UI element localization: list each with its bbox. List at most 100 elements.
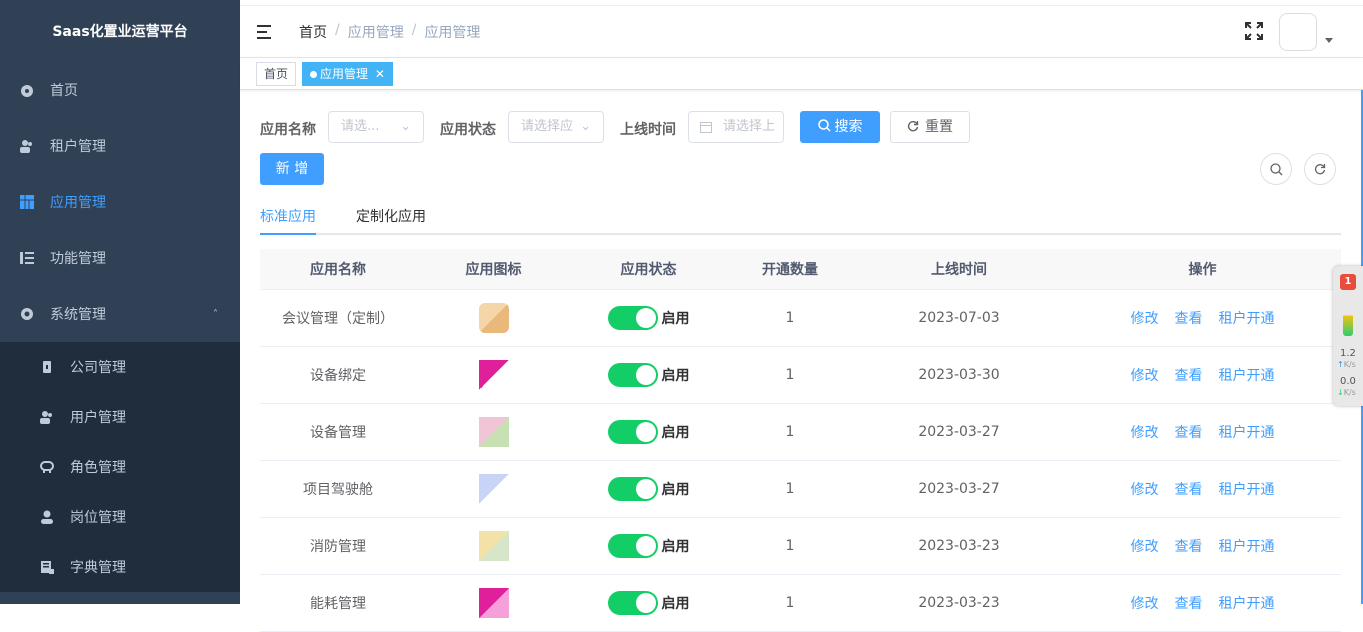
- toggle-track[interactable]: [607, 305, 658, 330]
- company-icon: [43, 361, 51, 373]
- status-label: 启用: [661, 481, 690, 498]
- edit-link[interactable]: 修改: [1131, 539, 1159, 555]
- app-name-placeholder: 请选...: [341, 119, 380, 134]
- app-icon: [478, 530, 509, 561]
- refresh-button[interactable]: [1304, 153, 1336, 185]
- online-date-cell: 2023-03-30: [854, 346, 1064, 404]
- app-title: Saas化置业运营平台: [52, 24, 188, 40]
- status-switch[interactable]: 启用: [607, 533, 690, 558]
- open-count-cell: 1: [726, 574, 854, 632]
- toggle-track[interactable]: [607, 533, 658, 558]
- view-link[interactable]: 查看: [1175, 425, 1203, 441]
- tab-custom[interactable]: 定制化应用: [356, 206, 426, 226]
- app-status-cell: 启用: [571, 460, 726, 518]
- app-status-cell: 启用: [571, 403, 726, 461]
- breadcrumb-home[interactable]: 首页: [299, 22, 327, 42]
- hamburger-icon[interactable]: [257, 24, 273, 39]
- toggle-track[interactable]: [607, 476, 658, 501]
- upload-unit-label: K/s: [1343, 360, 1356, 369]
- user-group-icon: [40, 411, 52, 424]
- search-button[interactable]: 搜索: [800, 111, 880, 143]
- breadcrumb-separator: /: [411, 21, 417, 38]
- tag-label: 首页: [264, 67, 289, 81]
- sidebar-item-user[interactable]: 用户管理: [0, 392, 240, 442]
- sidebar: Saas化置业运营平台 首页 租户管理 应用管理 功能管理 系统管理 ˄ 公司管…: [0, 0, 240, 604]
- app-status-placeholder: 请选择应: [521, 119, 574, 134]
- online-time-picker[interactable]: 请选择上: [688, 111, 784, 143]
- sidebar-item-label: 功能管理: [50, 251, 106, 267]
- status-switch[interactable]: 启用: [607, 419, 690, 444]
- online-date-cell: 2023-03-27: [854, 460, 1064, 518]
- app-icon-cell: [416, 460, 571, 518]
- sidebar-item-function[interactable]: 功能管理: [0, 230, 240, 286]
- column-header: 开通数量: [726, 249, 854, 290]
- status-switch[interactable]: 启用: [607, 362, 690, 387]
- online-time-label: 上线时间: [620, 122, 676, 138]
- sidebar-item-label: 首页: [50, 83, 78, 99]
- sidebar-item-system[interactable]: 系统管理 ˄: [0, 286, 240, 342]
- sidebar-item-dictionary[interactable]: 字典管理: [0, 542, 240, 592]
- sidebar-item-post[interactable]: 岗位管理: [0, 492, 240, 542]
- sidebar-item-label: 租户管理: [50, 139, 106, 155]
- app-status-select[interactable]: 请选择应 ⌄: [508, 111, 604, 143]
- app-status-label: 应用状态: [440, 122, 496, 138]
- caret-down-icon[interactable]: [1325, 38, 1333, 43]
- view-link[interactable]: 查看: [1175, 482, 1203, 498]
- add-button-label: 新 增: [275, 161, 309, 177]
- calendar-icon: [700, 122, 712, 133]
- person-icon: [41, 510, 53, 524]
- tag-app-management[interactable]: 应用管理 ✕: [302, 62, 393, 86]
- fullscreen-icon[interactable]: [1245, 22, 1263, 40]
- actions-cell: 修改 查看 租户开通: [1064, 403, 1341, 461]
- edit-link[interactable]: 修改: [1131, 425, 1159, 441]
- avatar[interactable]: [1279, 13, 1317, 51]
- tenant-open-link[interactable]: 租户开通: [1219, 539, 1275, 555]
- app-icon: [478, 359, 509, 390]
- search-icon: [1269, 162, 1282, 175]
- close-icon[interactable]: ✕: [375, 67, 385, 81]
- tag-home[interactable]: 首页: [256, 62, 297, 86]
- app-name-select[interactable]: 请选... ⌄: [328, 111, 424, 143]
- app-name-cell: 消防管理: [260, 517, 416, 575]
- sidebar-item-role[interactable]: 角色管理: [0, 442, 240, 492]
- toggle-track[interactable]: [607, 590, 658, 615]
- chevron-down-icon: ⌄: [580, 119, 591, 134]
- toggle-track[interactable]: [607, 362, 658, 387]
- add-button[interactable]: 新 增: [260, 153, 324, 185]
- status-switch[interactable]: 启用: [607, 476, 690, 501]
- actions-cell: 修改 查看 租户开通: [1064, 289, 1341, 347]
- tenant-open-link[interactable]: 租户开通: [1219, 482, 1275, 498]
- tag-label: 应用管理: [320, 67, 369, 81]
- tags-view: 首页 应用管理 ✕: [240, 58, 1363, 90]
- sidebar-item-tenant[interactable]: 租户管理: [0, 118, 240, 174]
- status-label: 启用: [661, 310, 690, 327]
- tenant-open-link[interactable]: 租户开通: [1219, 368, 1275, 384]
- grid-icon: [20, 195, 34, 209]
- sidebar-item-app[interactable]: 应用管理: [0, 174, 240, 230]
- status-label: 启用: [661, 538, 690, 555]
- reset-button[interactable]: 重置: [890, 111, 970, 143]
- upload-speed: 1.2: [1340, 348, 1356, 359]
- online-date-cell: 2023-03-27: [854, 403, 1064, 461]
- status-switch[interactable]: 启用: [607, 305, 690, 330]
- toggle-search-button[interactable]: [1260, 153, 1292, 185]
- view-link[interactable]: 查看: [1175, 368, 1203, 384]
- edit-link[interactable]: 修改: [1131, 482, 1159, 498]
- view-link[interactable]: 查看: [1175, 311, 1203, 327]
- navbar: 首页 / 应用管理 / 应用管理: [240, 6, 1363, 58]
- edit-link[interactable]: 修改: [1131, 368, 1159, 384]
- view-link[interactable]: 查看: [1175, 539, 1203, 555]
- tab-standard[interactable]: 标准应用: [260, 206, 316, 226]
- app-name-label: 应用名称: [260, 122, 316, 138]
- open-count-cell: 1: [726, 403, 854, 461]
- status-switch[interactable]: 启用: [607, 590, 690, 615]
- active-dot-icon: [310, 71, 317, 78]
- edit-link[interactable]: 修改: [1131, 311, 1159, 327]
- network-speed-widget[interactable]: 1 1.2 ↑K/s 0.0 ↓K/s: [1333, 266, 1363, 406]
- sidebar-item-home[interactable]: 首页: [0, 62, 240, 118]
- sidebar-item-company[interactable]: 公司管理: [0, 342, 240, 392]
- toggle-track[interactable]: [607, 419, 658, 444]
- tenant-open-link[interactable]: 租户开通: [1219, 311, 1275, 327]
- sidebar-item-label: 字典管理: [70, 560, 126, 576]
- tenant-open-link[interactable]: 租户开通: [1219, 425, 1275, 441]
